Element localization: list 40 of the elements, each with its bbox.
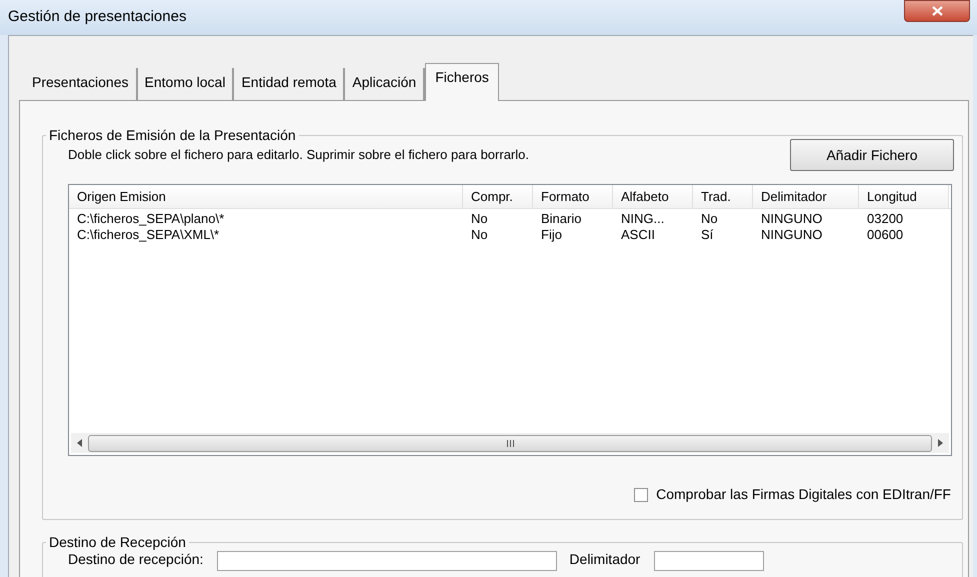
- column-header[interactable]: Longitud: [859, 185, 949, 208]
- group-title: Destino de Recepción: [48, 533, 187, 552]
- scroll-left-icon[interactable]: [77, 439, 82, 447]
- scrollbar-thumb[interactable]: [88, 434, 932, 452]
- scroll-right-icon[interactable]: [938, 439, 943, 447]
- table-cell-text: 00600: [866, 227, 904, 243]
- table-cell-text: 03200: [866, 211, 904, 227]
- table-cell-text: Binario: [540, 211, 582, 227]
- table-cell-text: ASCII: [620, 227, 656, 243]
- grip-icon: [506, 440, 514, 446]
- table-cell-text: NINGUNO: [760, 211, 824, 227]
- column-header[interactable]: Compr.: [463, 185, 533, 208]
- field-label: Destino de recepción:: [68, 551, 204, 567]
- close-button[interactable]: [904, 0, 970, 22]
- checkbox-label: Comprobar las Firmas Digitales con EDItran/FF: [656, 485, 951, 504]
- checkbox[interactable]: [634, 488, 648, 502]
- hint-text: Doble click sobre el fichero para editarlo. Suprimir sobre el fichero para borrarlo.: [68, 146, 529, 164]
- table-cell-text: Sí: [700, 227, 714, 243]
- table-cell-text: C:\ficheros_SEPA\XML\*: [76, 227, 220, 243]
- horizontal-scrollbar[interactable]: [71, 433, 949, 453]
- window-title: Gestión de presentaciones: [8, 7, 186, 28]
- table-cell-text: C:\ficheros_SEPA\plano\*: [76, 211, 226, 227]
- close-icon: [932, 6, 942, 16]
- group-title: Ficheros de Emisión de la Presentación: [48, 126, 297, 145]
- input-field[interactable]: [654, 551, 764, 571]
- add-file-button[interactable]: Añadir Fichero: [790, 139, 954, 171]
- table-cell-text: No: [470, 211, 489, 227]
- table-cell-text: NING...: [620, 211, 666, 227]
- table-cell-text: NINGUNO: [760, 227, 824, 243]
- input-field[interactable]: [217, 551, 558, 571]
- table-cell-text: Fijo: [540, 227, 563, 243]
- column-header[interactable]: Origen Emision: [69, 185, 463, 208]
- column-header[interactable]: Alfabeto: [613, 185, 693, 208]
- table-cell-text: No: [700, 211, 719, 227]
- column-header[interactable]: Trad.: [693, 185, 753, 208]
- column-header[interactable]: Delimitador: [753, 185, 859, 208]
- table-cell-text: No: [470, 227, 489, 243]
- tab[interactable]: Ficheros: [425, 63, 499, 101]
- column-header[interactable]: Formato: [533, 185, 613, 208]
- field-label: Delimitador: [569, 551, 640, 567]
